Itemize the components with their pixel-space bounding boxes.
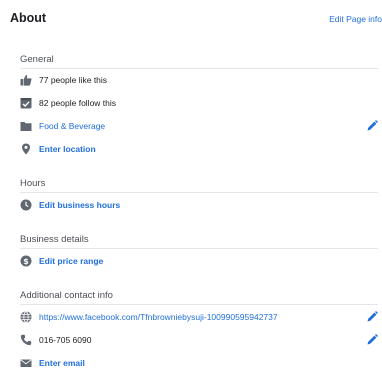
section-title-general: General <box>20 54 54 65</box>
edit-pencil-icon[interactable] <box>366 120 378 132</box>
divider <box>20 192 378 193</box>
thumbs-up-icon <box>20 74 32 86</box>
edit-pencil-icon[interactable] <box>366 334 378 346</box>
edit-business-hours-link[interactable]: Edit business hours <box>39 200 120 210</box>
section-title-contact-info: Additional contact info <box>20 290 113 301</box>
edit-price-range-link[interactable]: Edit price range <box>39 256 103 266</box>
location-row[interactable]: Enter location <box>20 143 380 157</box>
svg-text:$: $ <box>23 257 29 266</box>
section-title-hours: Hours <box>20 178 46 189</box>
phone-row[interactable]: 016-705 6090 <box>20 334 380 348</box>
follows-count: 82 people follow this <box>39 98 117 108</box>
folder-icon <box>20 120 32 132</box>
follows-row: 82 people follow this <box>20 97 380 111</box>
website-row[interactable]: https://www.facebook.com/Tfnbrowniebysuj… <box>20 311 380 325</box>
enter-email-link[interactable]: Enter email <box>39 358 85 368</box>
phone-icon <box>20 334 32 346</box>
divider <box>20 304 378 305</box>
location-pin-icon <box>20 143 32 155</box>
page-title: About <box>10 11 47 25</box>
globe-icon <box>20 311 32 323</box>
likes-count: 77 people like this <box>39 75 108 85</box>
edit-page-info-link[interactable]: Edit Page info <box>329 14 382 24</box>
clock-icon <box>20 199 32 211</box>
hours-row[interactable]: Edit business hours <box>20 199 380 213</box>
edit-pencil-icon[interactable] <box>366 311 378 323</box>
follow-checkbox-icon <box>20 97 32 109</box>
category-link[interactable]: Food & Beverage <box>39 121 105 131</box>
enter-location-link[interactable]: Enter location <box>39 144 96 154</box>
likes-row: 77 people like this <box>20 74 380 88</box>
price-dollar-icon: $ <box>20 255 32 267</box>
price-range-row[interactable]: $ Edit price range <box>20 255 380 269</box>
divider <box>20 68 378 69</box>
section-title-business-details: Business details <box>20 234 89 245</box>
website-link[interactable]: https://www.facebook.com/Tfnbrowniebysuj… <box>39 312 278 322</box>
email-row[interactable]: Enter email <box>20 357 380 371</box>
category-row[interactable]: Food & Beverage <box>20 120 380 134</box>
envelope-icon <box>20 357 32 369</box>
about-header: About Edit Page info <box>0 0 382 36</box>
phone-number[interactable]: 016-705 6090 <box>39 335 91 345</box>
divider <box>20 248 378 249</box>
